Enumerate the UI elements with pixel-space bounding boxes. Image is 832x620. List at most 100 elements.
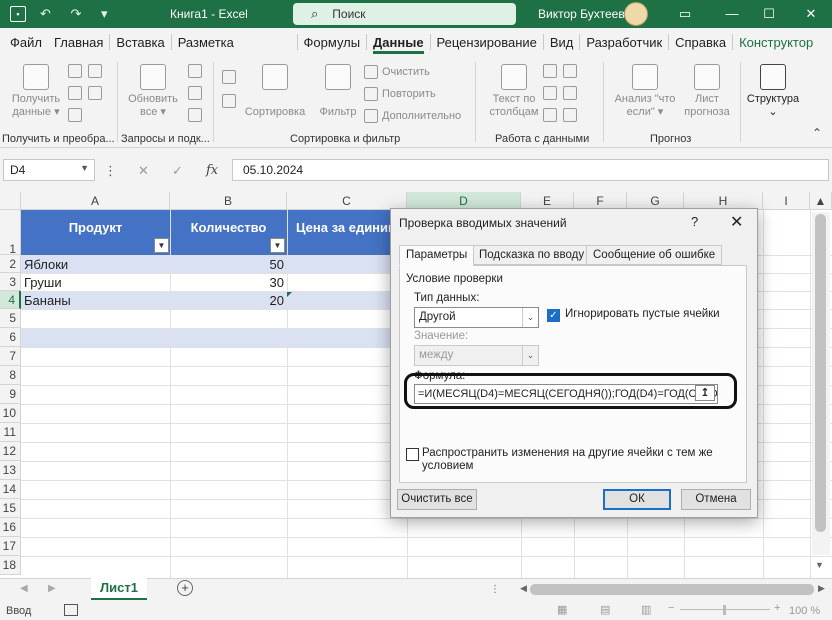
clear-button[interactable]: Очистить [364,65,430,79]
tab-data[interactable]: Данные [367,28,430,56]
sort-az-button[interactable] [222,70,240,84]
ignore-blank-checkbox[interactable]: ✓ [547,309,560,322]
zoom-slider-thumb[interactable] [723,605,726,615]
outline-button[interactable]: Структура ⌄ [744,64,802,119]
data-type-select[interactable]: Другой ⌄ [414,307,539,328]
row-header-8[interactable]: 8 [0,366,21,385]
formula-input[interactable]: 05.10.2024 [232,159,829,181]
normal-view-icon[interactable]: ▦ [557,603,567,616]
vertical-scroll-thumb[interactable] [815,214,826,532]
cell-c2[interactable]: 1 [287,255,407,273]
collapse-ribbon-icon[interactable]: ⌃ [812,126,822,140]
from-table-button[interactable] [68,86,86,100]
filter-dropdown-icon[interactable]: ▼ [270,238,285,253]
get-data-button[interactable]: Получить данные ▾ [8,64,64,119]
flash-fill-button[interactable] [543,64,561,78]
recent-sources-button[interactable] [88,86,106,100]
horizontal-scroll-thumb[interactable] [530,584,814,595]
row-header-12[interactable]: 12 [0,442,21,461]
column-header-i[interactable]: I [763,192,810,210]
enter-icon[interactable]: ✓ [172,163,183,179]
row-header-3[interactable]: 3 [0,273,21,291]
vertical-scroll-down[interactable]: ▼ [815,560,824,570]
cell-b2[interactable]: 50 [170,255,287,273]
cell-a4[interactable]: Бананы [21,291,170,309]
tab-table-design[interactable]: Конструктор та [733,28,832,80]
row-header-5[interactable]: 5 [0,309,21,328]
filter-dropdown-icon[interactable]: ▼ [154,238,169,253]
apply-to-all-checkbox[interactable] [406,448,419,461]
prev-sheet-icon[interactable]: ◀ [20,583,28,594]
from-web-button[interactable] [88,64,106,78]
tab-formulas[interactable]: Формулы [298,28,367,56]
refresh-all-button[interactable]: Обновить все ▾ [124,64,182,119]
tab-insert[interactable]: Вставка [110,28,170,56]
tab-review[interactable]: Рецензирование [431,28,543,56]
row-header-2[interactable]: 2 [0,255,21,273]
tab-developer[interactable]: Разработчик [580,28,668,56]
tab-input-message[interactable]: Подсказка по вводу [472,245,592,265]
row-header-6[interactable]: 6 [0,328,21,347]
tab-help[interactable]: Справка [669,28,732,56]
zoom-in-icon[interactable]: + [774,602,780,614]
sort-za-button[interactable] [222,94,240,108]
queries-button[interactable] [188,64,206,78]
page-break-view-icon[interactable]: ▥ [641,603,651,616]
row-header-9[interactable]: 9 [0,385,21,404]
tab-error-alert[interactable]: Сообщение об ошибке [586,245,723,265]
cell-b4[interactable]: 20 [170,291,287,309]
row-header-18[interactable]: 18 [0,556,21,575]
save-icon[interactable]: ▪ [10,6,26,22]
quick-access-toolbar[interactable]: ↶ ↷ ▾ [40,6,116,22]
insert-function-icon[interactable]: fx [206,163,218,178]
what-if-button[interactable]: Анализ "что если" ▾ [610,64,680,119]
search-box[interactable]: ⌕ Поиск [293,3,516,25]
from-text-button[interactable] [68,64,86,78]
row-header-13[interactable]: 13 [0,461,21,480]
avatar[interactable] [624,2,648,26]
select-all-corner[interactable] [0,192,21,210]
close-icon[interactable]: ✕ [730,212,743,232]
cell-a3[interactable]: Груши [21,273,170,291]
tab-view[interactable]: Вид [544,28,580,56]
page-layout-view-icon[interactable]: ▤ [600,603,610,616]
cell-c3[interactable]: 1 [287,273,407,291]
add-sheet-button[interactable]: + [177,580,193,596]
data-model-button[interactable] [563,108,581,122]
column-header-c[interactable]: C [287,192,407,210]
remove-duplicates-button[interactable] [543,86,561,100]
column-header-a[interactable]: A [21,192,170,210]
cancel-button[interactable]: Отмена [681,489,751,510]
sheet-tab-list1[interactable]: Лист1 [91,578,147,600]
restore-button[interactable]: ☐ [759,4,779,24]
forecast-sheet-button[interactable]: Лист прогноза [680,64,734,119]
row-header-14[interactable]: 14 [0,480,21,499]
ok-button[interactable]: ОК [603,489,671,510]
tab-settings[interactable]: Параметры [399,245,475,266]
relationships-button[interactable] [563,86,581,100]
clear-all-button[interactable]: Очистить все [397,489,477,510]
header-price[interactable]: Цена за единиц [287,210,407,244]
row-header-16[interactable]: 16 [0,518,21,537]
row-header-15[interactable]: 15 [0,499,21,518]
edit-links-button[interactable] [188,108,206,122]
existing-connections-button[interactable] [68,108,86,122]
horizontal-scroll-right[interactable]: ▶ [818,583,825,594]
tab-file[interactable]: Файл [4,28,48,56]
row-header-11[interactable]: 11 [0,423,21,442]
zoom-out-icon[interactable]: − [668,602,674,614]
row-header-10[interactable]: 10 [0,404,21,423]
zoom-level[interactable]: 100 % [789,605,820,617]
properties-button[interactable] [188,86,206,100]
close-button[interactable]: ✕ [801,4,821,24]
name-box[interactable]: D4 ▼ [3,159,95,181]
tab-home[interactable]: Главная [48,28,109,56]
row-header-1[interactable]: 1 [0,210,21,256]
next-sheet-icon[interactable]: ▶ [48,583,56,594]
cell-a2[interactable]: Яблоки [21,255,170,273]
row-header-7[interactable]: 7 [0,347,21,366]
row-header-17[interactable]: 17 [0,537,21,556]
data-validation-button[interactable] [543,108,561,122]
minimize-button[interactable]: — [722,4,742,24]
text-to-columns-button[interactable]: Текст по столбцам [484,64,544,119]
